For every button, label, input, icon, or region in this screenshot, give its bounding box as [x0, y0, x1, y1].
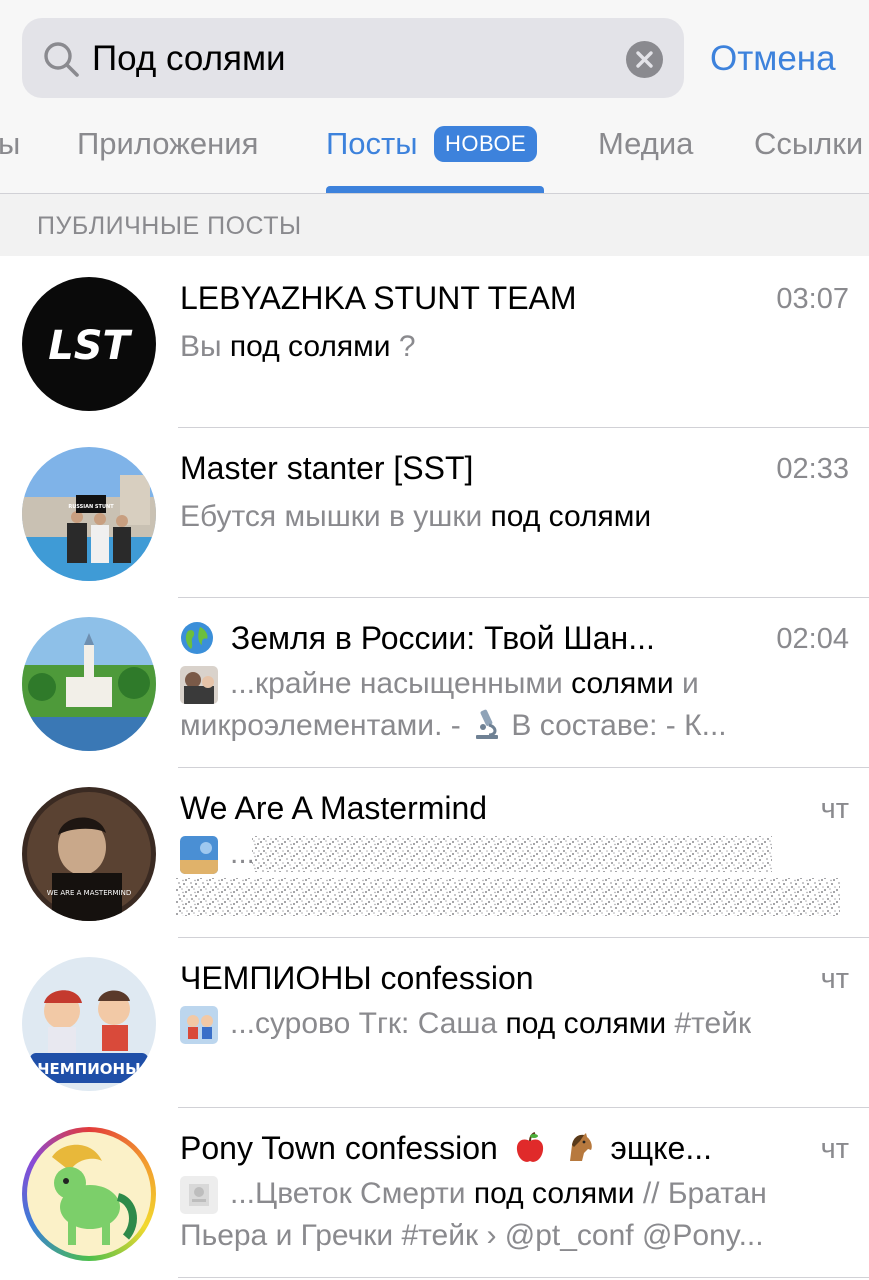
result-row[interactable]: ЧЕМПИОНЫ ЧЕМПИОНЫ confession чт ...суров… — [0, 938, 869, 1108]
horse-emoji — [562, 1131, 596, 1165]
result-row[interactable]: RUSSIAN STUNT Master stanter [SST] 02:33… — [0, 428, 869, 598]
result-snippet-line2: микроэлементами. - В составе: - К... — [180, 707, 727, 742]
result-title: ЧЕМПИОНЫ confession — [180, 960, 534, 996]
result-snippet: ...сурово Тгк: Саша под солями #тейк — [230, 1007, 752, 1040]
tab-posts[interactable]: Посты — [326, 124, 418, 164]
section-label: ПУБЛИЧНЫЕ ПОСТЫ — [37, 212, 302, 240]
result-title: We Are A Mastermind — [180, 790, 488, 826]
spoiler-overlay[interactable] — [176, 828, 840, 922]
result-title: Земля в России: Твой Шан... — [180, 617, 655, 659]
tab-links[interactable]: Ссылки — [754, 124, 863, 164]
result-snippet: ...крайне насыщенными солями и — [230, 667, 699, 700]
result-title: Master stanter [SST] — [180, 450, 474, 486]
tab-apps[interactable]: Приложения — [77, 124, 258, 164]
microscope-emoji — [469, 707, 503, 741]
search-icon — [44, 42, 79, 77]
channel-avatar: WE ARE A MASTERMIND — [22, 787, 156, 921]
channel-avatar — [22, 1127, 156, 1261]
result-row[interactable]: Земля в России: Твой Шан... 02:04 ...кра… — [0, 598, 869, 768]
result-time: 02:33 — [776, 453, 849, 485]
clear-search-button[interactable] — [626, 41, 663, 78]
channel-avatar — [22, 617, 156, 751]
new-badge: НОВОЕ — [434, 126, 538, 162]
result-row[interactable]: LST LEBYAZHKA STUNT TEAM 03:07 Вы под со… — [0, 258, 869, 428]
media-thumbnail — [180, 1006, 218, 1044]
svg-text:ЧЕМПИОНЫ: ЧЕМПИОНЫ — [37, 1060, 140, 1078]
media-thumbnail — [180, 666, 218, 704]
result-time: 03:07 — [776, 283, 849, 315]
media-thumbnail — [180, 1176, 218, 1214]
result-time: чт — [820, 963, 849, 995]
svg-text:WE ARE A MASTERMIND: WE ARE A MASTERMIND — [47, 889, 131, 897]
close-icon — [636, 51, 653, 68]
svg-text:LST: LST — [48, 323, 132, 369]
result-time: чт — [820, 793, 849, 825]
cancel-button[interactable]: Отмена — [710, 36, 836, 82]
result-snippet: Ебутся мышки в ушки под солями — [180, 500, 652, 533]
search-query[interactable]: Под солями — [92, 36, 286, 82]
result-snippet: ...Цветок Смерти под солями // Братан — [230, 1177, 767, 1210]
result-title: LEBYAZHKA STUNT TEAM — [180, 280, 577, 316]
svg-text:RUSSIAN STUNT: RUSSIAN STUNT — [68, 504, 114, 510]
result-row[interactable]: WE ARE A MASTERMIND We Are A Mastermind … — [0, 768, 869, 938]
result-row[interactable]: Pony Town confession эщке... чт ...Цвето… — [0, 1108, 869, 1278]
result-time: чт — [820, 1133, 849, 1165]
tab-chats[interactable]: ы — [0, 124, 20, 164]
channel-avatar: LST — [22, 277, 156, 411]
apple-emoji — [513, 1131, 547, 1165]
result-snippet: Вы под солями ? — [180, 330, 416, 363]
result-snippet-line2: Пьера и Гречки #тейк › @pt_conf @Pony... — [180, 1219, 764, 1252]
channel-avatar: ЧЕМПИОНЫ — [22, 957, 156, 1091]
tab-media[interactable]: Медиа — [598, 124, 693, 164]
active-tab-indicator — [326, 186, 544, 193]
row-divider — [178, 1277, 869, 1278]
globe-emoji — [180, 621, 214, 655]
result-title: Pony Town confession эщке... — [180, 1130, 712, 1166]
result-time: 02:04 — [776, 623, 849, 655]
channel-avatar: RUSSIAN STUNT — [22, 447, 156, 581]
